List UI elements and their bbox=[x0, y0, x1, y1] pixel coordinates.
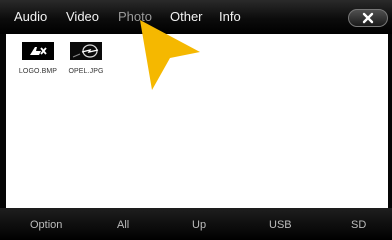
sd-button[interactable]: SD bbox=[351, 219, 366, 231]
option-button[interactable]: Option bbox=[30, 219, 62, 231]
file-browser-panel: LOGO.BMP OPEL.JPG bbox=[6, 34, 388, 208]
tab-info[interactable]: Info bbox=[219, 9, 241, 24]
tab-other[interactable]: Other bbox=[170, 9, 203, 24]
file-name: OPEL.JPG bbox=[68, 68, 104, 75]
all-button[interactable]: All bbox=[117, 219, 129, 231]
top-tab-bar: Audio Video Photo Other Info bbox=[0, 0, 392, 34]
logo-thumbnail-icon bbox=[22, 42, 54, 60]
tab-audio[interactable]: Audio bbox=[14, 9, 47, 24]
up-button[interactable]: Up bbox=[192, 219, 206, 231]
media-player-screen: Audio Video Photo Other Info LOGO.BMP OP… bbox=[0, 0, 392, 240]
bottom-bar: Option All Up USB SD bbox=[0, 208, 392, 240]
usb-button[interactable]: USB bbox=[269, 219, 292, 231]
close-x-icon bbox=[362, 12, 374, 24]
tab-photo[interactable]: Photo bbox=[118, 9, 152, 24]
photo-thumbnail-icon bbox=[70, 42, 102, 60]
tab-video[interactable]: Video bbox=[66, 9, 99, 24]
file-item-opel[interactable]: OPEL.JPG bbox=[56, 42, 116, 75]
close-button[interactable] bbox=[348, 9, 388, 27]
